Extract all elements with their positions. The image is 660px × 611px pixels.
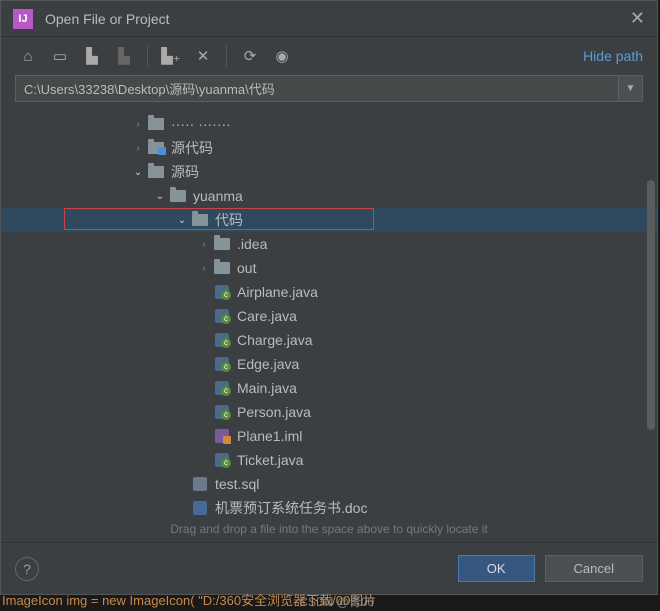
chevron-down-icon[interactable]: ⌄ xyxy=(153,191,167,202)
tree-row[interactable]: Plane1.iml xyxy=(1,424,657,448)
desktop-icon[interactable]: ▭ xyxy=(47,43,73,69)
tree-row[interactable]: Airplane.java xyxy=(1,280,657,304)
footer: ? OK Cancel xyxy=(1,542,657,594)
separator xyxy=(226,45,227,67)
path-row: ▼ xyxy=(1,75,657,110)
tree-item-label: Airplane.java xyxy=(237,284,318,300)
tree-item-label: yuanma xyxy=(193,188,243,204)
tree-item-label: Person.java xyxy=(237,404,311,420)
path-input[interactable] xyxy=(15,75,619,102)
titlebar: IJ Open File or Project ✕ xyxy=(1,1,657,37)
scrollbar[interactable] xyxy=(647,180,655,430)
iml-file-icon xyxy=(213,428,231,444)
tree-item-label: Edge.java xyxy=(237,356,299,372)
java-file-icon xyxy=(213,308,231,324)
chevron-right-icon[interactable]: › xyxy=(197,263,211,274)
close-icon[interactable]: ✕ xyxy=(630,8,645,29)
tree-row[interactable]: Main.java xyxy=(1,376,657,400)
chevron-down-icon[interactable]: ⌄ xyxy=(175,215,189,226)
sql-file-icon xyxy=(191,476,209,492)
doc-file-icon xyxy=(191,500,209,516)
java-file-icon xyxy=(213,380,231,396)
watermark: CSDN @青00 xyxy=(299,593,374,610)
tree-item-label: Care.java xyxy=(237,308,297,324)
hide-path-link[interactable]: Hide path xyxy=(583,48,643,64)
folder-icon xyxy=(213,260,231,276)
delete-icon[interactable]: ✕ xyxy=(190,43,216,69)
java-file-icon xyxy=(213,332,231,348)
ok-label: OK xyxy=(487,561,506,576)
java-file-icon xyxy=(213,452,231,468)
refresh-icon[interactable]: ⟳ xyxy=(237,43,263,69)
tree-row[interactable]: test.sql xyxy=(1,472,657,496)
tree-item-label: test.sql xyxy=(215,476,259,492)
chevron-right-icon[interactable]: › xyxy=(131,143,145,154)
tree-row[interactable]: › .idea xyxy=(1,232,657,256)
app-icon: IJ xyxy=(13,9,33,29)
tree-row[interactable]: › 源代码 xyxy=(1,136,657,160)
path-dropdown-icon[interactable]: ▼ xyxy=(619,75,643,102)
folder-icon xyxy=(147,164,165,180)
chevron-right-icon[interactable]: › xyxy=(197,239,211,250)
folder-icon xyxy=(191,212,209,228)
tree-item-label: 源码 xyxy=(171,162,199,182)
folder-icon xyxy=(147,116,165,132)
chevron-down-icon[interactable]: ⌄ xyxy=(131,167,145,178)
new-folder-icon[interactable]: ▙₊ xyxy=(158,43,184,69)
tree-item-label: 源代码 xyxy=(171,138,213,158)
separator xyxy=(147,45,148,67)
cancel-button[interactable]: Cancel xyxy=(545,555,643,582)
source-folder-icon xyxy=(147,140,165,156)
tree-row[interactable]: ⌄ yuanma xyxy=(1,184,657,208)
folder-icon xyxy=(169,188,187,204)
ok-button[interactable]: OK xyxy=(458,555,535,582)
folder-icon xyxy=(213,236,231,252)
tree-item-label: 机票预订系统任务书.doc xyxy=(215,498,367,516)
toolbar: ⌂ ▭ ▙ ▙ ▙₊ ✕ ⟳ ◉ Hide path xyxy=(1,37,657,75)
home-icon[interactable]: ⌂ xyxy=(15,43,41,69)
tree-row[interactable]: ⌄ 代码 xyxy=(1,208,657,232)
tree-item-label: ····· ······· xyxy=(171,116,231,132)
tree-item-label: out xyxy=(237,260,256,276)
file-tree[interactable]: › ····· ······· › 源代码 ⌄ 源码 ⌄ yuanma ⌄ 代码 › .idea › ou… xyxy=(1,110,657,516)
tree-row[interactable]: › ····· ······· xyxy=(1,112,657,136)
tree-item-label: Main.java xyxy=(237,380,297,396)
dialog-title: Open File or Project xyxy=(45,11,630,27)
tree-row[interactable]: ⌄ 源码 xyxy=(1,160,657,184)
tree-row[interactable]: Ticket.java xyxy=(1,448,657,472)
tree-item-label: Ticket.java xyxy=(237,452,303,468)
tree-item-label: Plane1.iml xyxy=(237,428,302,444)
tree-row[interactable]: Care.java xyxy=(1,304,657,328)
tree-row[interactable]: 机票预订系统任务书.doc xyxy=(1,496,657,516)
tree-item-label: Charge.java xyxy=(237,332,313,348)
drop-hint: Drag and drop a file into the space abov… xyxy=(1,516,657,542)
java-file-icon xyxy=(213,404,231,420)
help-button[interactable]: ? xyxy=(15,557,39,581)
java-file-icon xyxy=(213,284,231,300)
tree-row[interactable]: › out xyxy=(1,256,657,280)
tree-row[interactable]: Charge.java xyxy=(1,328,657,352)
java-file-icon xyxy=(213,356,231,372)
module-icon: ▙ xyxy=(111,43,137,69)
project-icon[interactable]: ▙ xyxy=(79,43,105,69)
tree-item-label: 代码 xyxy=(215,210,243,230)
tree-item-label: .idea xyxy=(237,236,267,252)
tree-row[interactable]: Edge.java xyxy=(1,352,657,376)
chevron-right-icon[interactable]: › xyxy=(131,119,145,130)
tree-row[interactable]: Person.java xyxy=(1,400,657,424)
show-hidden-icon[interactable]: ◉ xyxy=(269,43,295,69)
